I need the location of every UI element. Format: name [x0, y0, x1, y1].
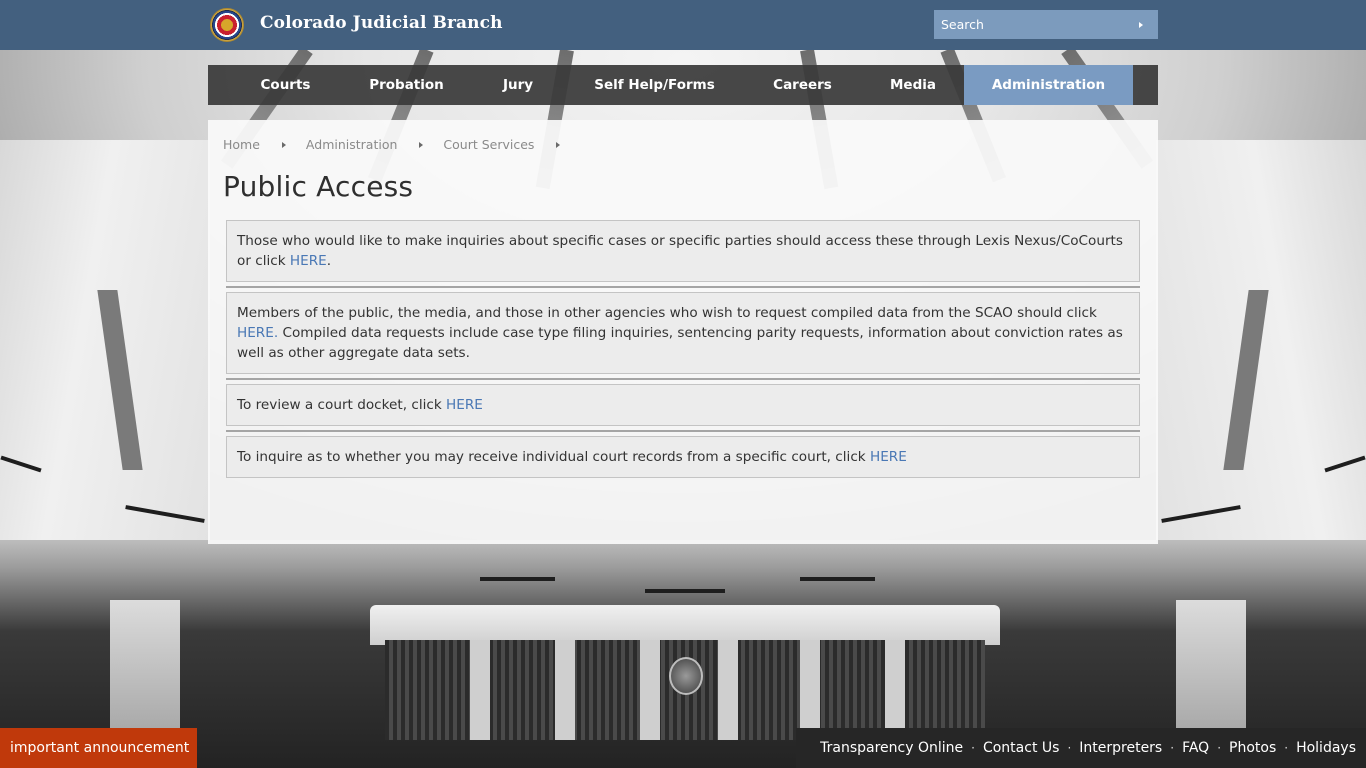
footer-link-interpreters[interactable]: Interpreters [1079, 740, 1162, 756]
info-text: Those who would like to make inquiries a… [237, 233, 1123, 269]
footer-link-contact-us[interactable]: Contact Us [983, 740, 1059, 756]
colorado-courts-seal-icon[interactable] [210, 8, 244, 42]
nav-item-self-help-forms[interactable]: Self Help/Forms [586, 65, 723, 105]
nav-item-media[interactable]: Media [882, 65, 944, 105]
footer-separator: · [1067, 741, 1072, 755]
here-link-lexis-cocourts[interactable]: HERE [290, 253, 327, 269]
background-column [885, 640, 905, 740]
background-column [718, 640, 738, 740]
here-link-compiled-data[interactable]: HERE. [237, 325, 278, 341]
nav-item-courts[interactable]: Courts [208, 65, 363, 105]
here-link-court-docket[interactable]: HERE [446, 397, 483, 413]
footer-link-photos[interactable]: Photos [1229, 740, 1276, 756]
info-text: To review a court docket, click [237, 397, 447, 413]
triangle-right-icon [1139, 21, 1143, 28]
triangle-right-icon [556, 141, 561, 148]
info-block-compiled-data: Members of the public, the media, and th… [226, 292, 1140, 374]
site-header: Colorado Judicial Branch [0, 0, 1366, 50]
breadcrumb: Home Administration Court Services [223, 137, 580, 152]
breadcrumb-court-services[interactable]: Court Services [443, 137, 534, 152]
info-block-court-records: To inquire as to whether you may receive… [226, 436, 1140, 478]
background-column [110, 600, 180, 730]
background-column [1176, 600, 1246, 730]
triangle-right-icon [281, 141, 286, 148]
footer-separator: · [971, 741, 975, 755]
search-button[interactable] [1124, 10, 1158, 39]
background-judges-bench [370, 605, 1000, 645]
background-slot [645, 589, 725, 593]
info-text: To inquire as to whether you may receive… [237, 449, 870, 465]
background-column [800, 640, 820, 740]
footer-separator: · [1284, 741, 1289, 755]
nav-item-probation[interactable]: Probation [363, 65, 450, 105]
nav-item-administration[interactable]: Administration [964, 65, 1133, 105]
divider [226, 286, 1140, 288]
background-slot [800, 577, 875, 581]
triangle-right-icon [419, 141, 424, 148]
background-slot [480, 577, 555, 581]
breadcrumb-administration[interactable]: Administration [306, 137, 397, 152]
main-nav: Courts Probation Jury Self Help/Forms Ca… [208, 65, 1158, 105]
divider [226, 430, 1140, 432]
info-block-case-inquiries: Those who would like to make inquiries a… [226, 220, 1140, 282]
background-column [470, 640, 490, 740]
info-text: Members of the public, the media, and th… [237, 305, 1097, 321]
breadcrumb-home[interactable]: Home [223, 137, 260, 152]
info-blocks: Those who would like to make inquiries a… [226, 220, 1140, 478]
info-text: . [326, 253, 332, 269]
background-court-seal [669, 657, 703, 695]
footer-link-holidays[interactable]: Holidays [1296, 740, 1356, 756]
footer-links: Transparency Online · Contact Us · Inter… [796, 728, 1366, 768]
page-title: Public Access [223, 170, 414, 203]
background-column [555, 640, 575, 740]
footer-link-transparency-online[interactable]: Transparency Online [820, 740, 963, 756]
important-announcement-button[interactable]: important announcement [0, 728, 197, 768]
background-column [640, 640, 660, 740]
footer-separator: · [1170, 741, 1175, 755]
info-block-court-docket: To review a court docket, click HERE [226, 384, 1140, 426]
search-input[interactable] [934, 10, 1124, 39]
search-box [934, 10, 1158, 39]
site-title[interactable]: Colorado Judicial Branch [260, 13, 503, 33]
footer-separator: · [1217, 741, 1222, 755]
nav-item-jury[interactable]: Jury [450, 65, 586, 105]
here-link-court-records[interactable]: HERE [870, 449, 907, 465]
nav-item-careers[interactable]: Careers [723, 65, 882, 105]
content-panel: Home Administration Court Services Publi… [208, 120, 1158, 544]
footer-link-faq[interactable]: FAQ [1182, 740, 1209, 756]
divider [226, 378, 1140, 380]
info-text: Compiled data requests include case type… [237, 325, 1123, 361]
background-wall-right [1156, 140, 1366, 560]
